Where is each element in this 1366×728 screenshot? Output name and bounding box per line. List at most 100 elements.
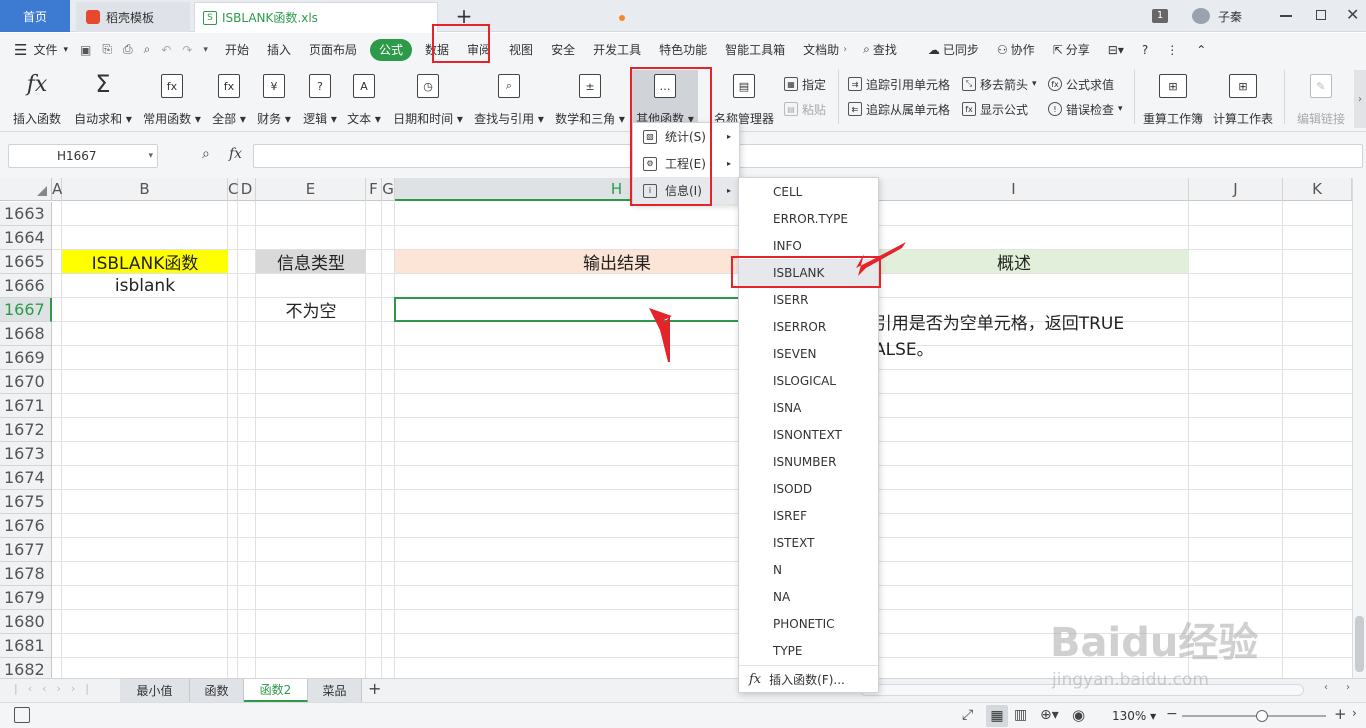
menu-item-phonetic[interactable]: PHONETIC xyxy=(739,610,878,637)
menu-tab-features[interactable]: 特色功能 xyxy=(650,33,716,66)
status-menu-icon[interactable]: › xyxy=(1352,706,1357,720)
menu-item-iserror[interactable]: ISERROR xyxy=(739,313,878,340)
cell-b1666[interactable]: isblank xyxy=(62,274,228,297)
insert-function-button[interactable]: fx 插入函数 xyxy=(12,70,62,128)
evaluate-formula-button[interactable]: fx 公式求值 xyxy=(1048,74,1114,94)
column-header-i[interactable]: I xyxy=(839,178,1189,201)
define-name-button[interactable]: ▦ 指定 xyxy=(784,74,826,94)
menu-tab-page-layout[interactable]: 页面布局 xyxy=(300,33,366,66)
math-button[interactable]: ± 数学和三角 ▾ xyxy=(554,70,626,128)
column-header-f[interactable]: F xyxy=(366,178,382,201)
error-checking-button[interactable]: ! 错误检查 ▾ xyxy=(1048,99,1123,119)
column-header-b[interactable]: B xyxy=(62,178,228,201)
eye-protection-icon[interactable]: ◉ xyxy=(1072,706,1085,724)
menu-item-na[interactable]: NA xyxy=(739,583,878,610)
cell-i1665[interactable]: 概述 xyxy=(839,250,1189,274)
print-preview-icon[interactable]: ⌕ xyxy=(144,42,151,57)
fx-formula-icon[interactable]: fx xyxy=(229,146,242,162)
name-manager-button[interactable]: ▤ 名称管理器 xyxy=(713,70,775,128)
share-button[interactable]: ⇱ 分享 xyxy=(1044,33,1099,66)
hamburger-menu-button[interactable]: ☰ 文件 ▾ xyxy=(0,33,72,66)
menu-tab-view[interactable]: 视图 xyxy=(500,33,542,66)
print-icon[interactable]: ⎙ xyxy=(123,42,133,57)
ribbon-scroll-right-button[interactable]: › xyxy=(1354,70,1366,128)
undo-icon[interactable]: ↶ xyxy=(161,43,171,57)
show-formulas-button[interactable]: fx 显示公式 xyxy=(962,99,1028,119)
formula-input[interactable] xyxy=(253,144,1363,168)
sync-button[interactable]: ☁ 已同步 xyxy=(906,33,988,66)
tab-file[interactable]: S ISBLANK函数.xls xyxy=(194,2,625,32)
menu-item-iserr[interactable]: ISERR xyxy=(739,286,878,313)
vertical-scrollbar[interactable] xyxy=(1352,178,1366,678)
column-header-c[interactable]: C xyxy=(228,178,238,201)
menu-item-iseven[interactable]: ISEVEN xyxy=(739,340,878,367)
edit-links-button[interactable]: ✎ 编辑链接 xyxy=(1294,70,1348,128)
row-header[interactable]: 1665 xyxy=(0,250,52,274)
text-functions-button[interactable]: A 文本 ▾ xyxy=(346,70,382,128)
trace-precedents-button[interactable]: ⇉ 追踪引用单元格 xyxy=(848,74,950,94)
remove-arrows-button[interactable]: ⤡ 移去箭头 ▾ xyxy=(962,74,1037,94)
menu-item-cell[interactable]: CELL xyxy=(739,178,878,205)
row-header[interactable]: 1676 xyxy=(0,514,52,538)
row-header[interactable]: 1679 xyxy=(0,586,52,610)
add-sheet-button[interactable]: + xyxy=(368,679,381,698)
search-button[interactable]: ⌕ 查找 xyxy=(849,33,906,66)
page-break-view-icon[interactable]: ⊕▾ xyxy=(1040,707,1059,723)
common-functions-button[interactable]: fx 常用函数 ▾ xyxy=(142,70,202,128)
sheet-tab-function2[interactable]: 函数2 xyxy=(244,679,308,702)
menu-tab-toolbox[interactable]: 智能工具箱 xyxy=(716,33,794,66)
redo-icon[interactable]: ↷ xyxy=(182,43,192,57)
menu-item-insert-function[interactable]: fx 插入函数(F)... xyxy=(739,666,878,693)
menu-tab-home[interactable]: 开始 xyxy=(216,33,258,66)
row-header[interactable]: 1673 xyxy=(0,442,52,466)
zoom-in-button[interactable]: + xyxy=(1334,705,1347,723)
row-header[interactable]: 1681 xyxy=(0,634,52,658)
spreadsheet-grid[interactable]: A B C D E F G H I J K 1663 1664 1665 166… xyxy=(0,178,1352,678)
name-box[interactable]: H1667 ▾ xyxy=(8,144,158,168)
column-header-g[interactable]: G xyxy=(382,178,395,201)
menu-tab-insert[interactable]: 插入 xyxy=(258,33,300,66)
menu-tab-security[interactable]: 安全 xyxy=(542,33,584,66)
collaborate-button[interactable]: ⚇ 协作 xyxy=(988,33,1044,66)
logic-button[interactable]: ? 逻辑 ▾ xyxy=(302,70,338,128)
sheet-nav-arrows[interactable]: |‹‹››| xyxy=(14,682,99,695)
scroll-right-icon[interactable]: › xyxy=(1346,682,1350,693)
cell-e1667[interactable]: 不为空 xyxy=(256,298,366,322)
tab-home[interactable]: 首页 xyxy=(0,0,70,32)
avatar[interactable] xyxy=(1192,8,1210,24)
page-layout-view-icon[interactable]: ▥ xyxy=(1014,707,1027,723)
row-header[interactable]: 1678 xyxy=(0,562,52,586)
row-header[interactable]: 1671 xyxy=(0,394,52,418)
zoom-level[interactable]: 130% ▾ xyxy=(1112,709,1156,723)
menu-item-error-type[interactable]: ERROR.TYPE xyxy=(739,205,878,232)
tab-template[interactable]: 稻壳模板 xyxy=(76,2,190,32)
trace-dependents-button[interactable]: ⇇ 追踪从属单元格 xyxy=(848,99,950,119)
cell-e1665[interactable]: 信息类型 xyxy=(256,250,366,274)
minimize-icon[interactable] xyxy=(1280,15,1292,17)
lookup-button[interactable]: ⌕ 查找与引用 ▾ xyxy=(474,70,544,128)
fullscreen-icon[interactable]: ⤢ xyxy=(962,707,973,723)
column-header-d[interactable]: D xyxy=(238,178,256,201)
row-header[interactable]: 1663 xyxy=(0,202,52,226)
row-header[interactable]: 1666 xyxy=(0,274,52,298)
user-name[interactable]: 子秦 xyxy=(1218,8,1242,25)
row-header[interactable]: 1674 xyxy=(0,466,52,490)
zoom-out-button[interactable]: − xyxy=(1166,706,1178,722)
zoom-slider[interactable] xyxy=(1182,710,1326,722)
collapse-ribbon-icon[interactable]: ⌃ xyxy=(1187,33,1215,66)
menu-scroll-right-button[interactable]: › xyxy=(841,33,849,66)
menu-item-isref[interactable]: ISREF xyxy=(739,502,878,529)
paste-name-button[interactable]: ▤ 粘贴 xyxy=(784,99,826,119)
close-icon[interactable]: ✕ xyxy=(1346,5,1359,24)
save-icon[interactable]: ▣ xyxy=(80,43,91,57)
horizontal-scrollbar[interactable] xyxy=(860,684,1304,696)
more-options-icon[interactable]: ⋮ xyxy=(1157,33,1187,66)
column-header-a[interactable]: A xyxy=(52,178,62,201)
row-header[interactable]: 1672 xyxy=(0,418,52,442)
menu-tab-doc-assistant[interactable]: 文档助 xyxy=(794,33,841,66)
menu-item-isnontext[interactable]: ISNONTEXT xyxy=(739,421,878,448)
zoom-slider-thumb[interactable] xyxy=(1256,710,1268,722)
row-header[interactable]: 1664 xyxy=(0,226,52,250)
menu-item-n[interactable]: N xyxy=(739,556,878,583)
finance-button[interactable]: ¥ 财务 ▾ xyxy=(256,70,292,128)
